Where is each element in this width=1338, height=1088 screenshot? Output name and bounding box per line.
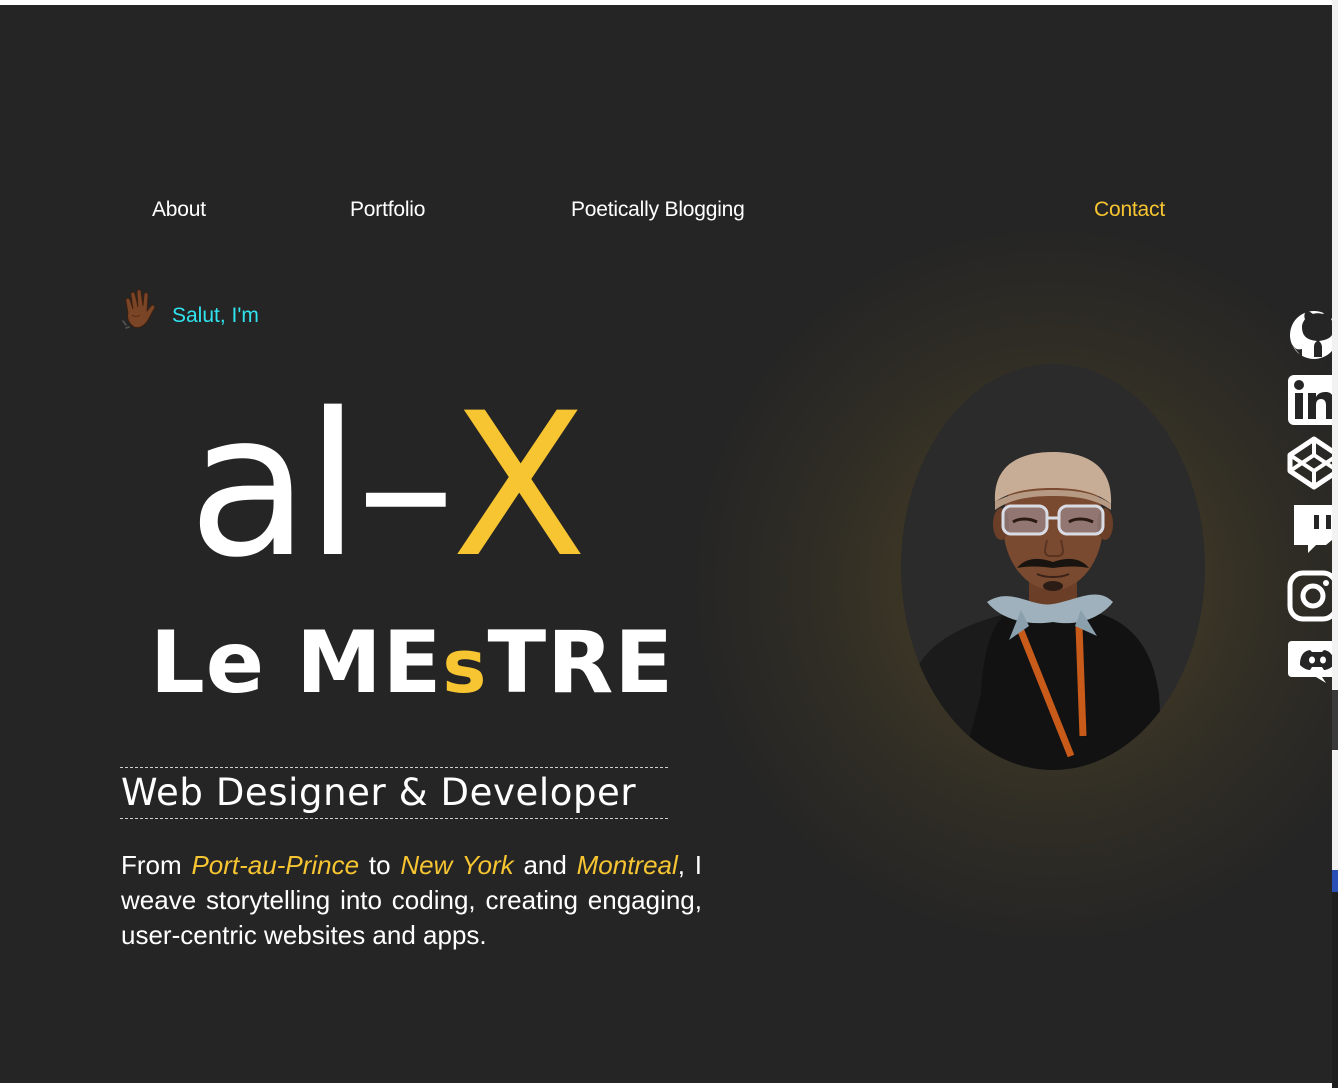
window-edge [1332, 0, 1338, 1088]
role-heading: Web Designer & Developer [120, 767, 668, 819]
linkedin-icon[interactable] [1286, 371, 1332, 427]
github-icon[interactable] [1286, 305, 1332, 361]
discord-icon[interactable] [1286, 633, 1332, 689]
profile-photo [901, 364, 1205, 770]
bio-city-new-york: New York [400, 850, 514, 880]
waving-hand-icon [122, 289, 156, 329]
codepen-icon[interactable] [1286, 435, 1332, 491]
bio-and: and [523, 850, 567, 880]
nav-portfolio[interactable]: Portfolio [350, 198, 425, 222]
bio-to: to [368, 850, 391, 880]
twitch-icon[interactable] [1286, 501, 1332, 557]
bio-city-montreal: Montreal [576, 850, 678, 880]
hero-title-prefix: Le ME [150, 613, 443, 713]
hero-title: Le MEsTRE [150, 615, 674, 711]
instagram-icon[interactable] [1286, 567, 1332, 623]
hero-name-accent: X [451, 370, 587, 601]
bio-text: From Port-au-Prince to New York and Mont… [121, 848, 702, 953]
edge-strip-blue [1332, 870, 1338, 892]
hero-name-first: al– [188, 370, 455, 601]
hero-name: al–X [188, 381, 587, 591]
edge-strip-dark [1332, 690, 1338, 750]
page-viewport: About Portfolio Poetically Blogging Cont… [0, 5, 1332, 1083]
bio-from: From [121, 850, 182, 880]
hero-title-accent: s [442, 624, 488, 710]
nav-contact[interactable]: Contact [1094, 198, 1165, 222]
top-nav: About Portfolio Poetically Blogging Cont… [0, 198, 1332, 228]
greeting-text: Salut, I'm [172, 304, 259, 327]
nav-about[interactable]: About [152, 198, 206, 222]
bio-city-port-au-prince: Port-au-Prince [191, 850, 360, 880]
edge-strip-bottom [1332, 892, 1338, 1088]
greeting: Salut, I'm [120, 287, 259, 331]
profile-photo-illustration [911, 452, 1163, 770]
hero-title-suffix: TRE [487, 613, 675, 713]
nav-poetically-blogging[interactable]: Poetically Blogging [571, 198, 745, 222]
